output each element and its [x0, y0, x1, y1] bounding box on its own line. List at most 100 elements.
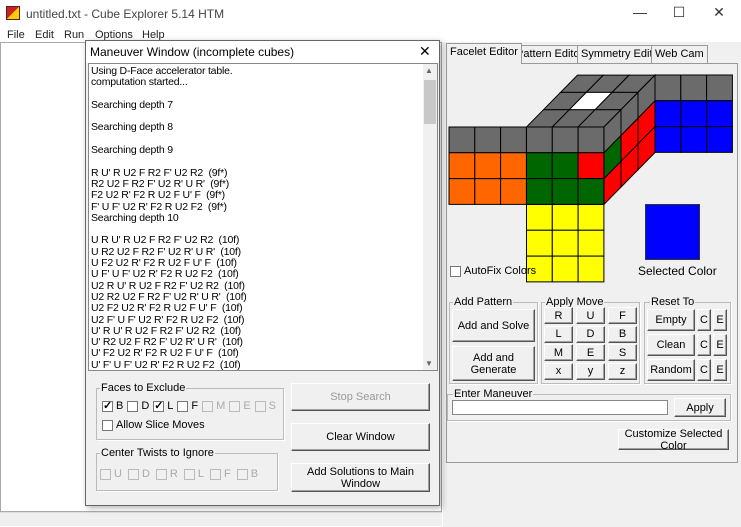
reset-clean-e-button[interactable]: E: [713, 334, 727, 356]
clear-window-button[interactable]: Clear Window: [291, 423, 430, 451]
ignore-twist-u[interactable]: U: [100, 468, 122, 480]
stop-search-button[interactable]: Stop Search: [291, 383, 430, 411]
reset-random-c-button[interactable]: C: [697, 359, 711, 381]
maneuver-input[interactable]: [452, 400, 668, 415]
selected-color-swatch[interactable]: [645, 204, 700, 260]
checkbox-box[interactable]: [153, 399, 165, 412]
facelet-left[interactable]: [448, 152, 476, 180]
solutions-log[interactable]: Using D-Face accelerator table. computati…: [88, 63, 438, 371]
move-button-B[interactable]: B: [608, 325, 637, 343]
dialog-close-button[interactable]: ✕: [419, 43, 431, 60]
checkbox-box[interactable]: [155, 468, 167, 480]
move-button-x[interactable]: x: [544, 362, 573, 380]
reset-clean-button[interactable]: Clean: [647, 334, 695, 356]
facelet-down[interactable]: [577, 229, 605, 257]
add-solutions-button[interactable]: Add Solutions to Main Window: [291, 463, 430, 492]
move-button-E[interactable]: E: [576, 344, 605, 361]
reset-clean-c-button[interactable]: C: [697, 334, 711, 356]
reset-empty-button[interactable]: Empty: [647, 309, 695, 331]
facelet-front[interactable]: [577, 126, 605, 154]
facelet-back[interactable]: [654, 74, 682, 102]
ignore-twist-f[interactable]: F: [209, 468, 231, 480]
facelet-left[interactable]: [474, 126, 502, 154]
facelet-down[interactable]: [551, 204, 579, 231]
facelet-left[interactable]: [500, 126, 527, 154]
exclude-face-f[interactable]: F: [177, 400, 198, 412]
facelet-back[interactable]: [706, 126, 733, 153]
facelet-left[interactable]: [474, 152, 502, 180]
checkbox-box[interactable]: [102, 419, 113, 431]
scroll-up-arrow[interactable]: ▲: [425, 66, 433, 75]
move-button-D[interactable]: D: [576, 325, 605, 343]
ignore-twist-l[interactable]: L: [183, 468, 204, 480]
exclude-face-m[interactable]: M: [202, 400, 225, 412]
add-and-generate-button[interactable]: Add and Generate: [452, 346, 535, 381]
exclude-face-b[interactable]: B: [102, 399, 123, 412]
reset-empty-e-button[interactable]: E: [713, 309, 727, 331]
facelet-back[interactable]: [706, 74, 733, 102]
checkbox-box[interactable]: [254, 400, 266, 412]
checkbox-box[interactable]: [450, 265, 461, 277]
reset-random-e-button[interactable]: E: [713, 359, 727, 381]
exclude-face-s[interactable]: S: [254, 400, 276, 412]
apply-button[interactable]: Apply: [674, 398, 726, 417]
ignore-twist-b[interactable]: B: [236, 468, 258, 480]
checkbox-box[interactable]: [209, 468, 221, 480]
facelet-down[interactable]: [577, 204, 605, 231]
facelet-back[interactable]: [654, 100, 682, 128]
facelet-back[interactable]: [680, 126, 708, 153]
facelet-left[interactable]: [500, 152, 527, 180]
facelet-down[interactable]: [577, 255, 605, 283]
facelet-back[interactable]: [680, 100, 708, 128]
checkbox-box[interactable]: [102, 399, 113, 412]
facelet-down[interactable]: [551, 255, 579, 283]
checkbox-box[interactable]: [127, 400, 139, 412]
add-and-solve-button[interactable]: Add and Solve: [452, 309, 535, 342]
facelet-down[interactable]: [526, 204, 553, 231]
ignore-twist-d[interactable]: D: [127, 468, 150, 480]
move-button-M[interactable]: M: [544, 344, 573, 361]
facelet-back[interactable]: [654, 126, 682, 153]
move-button-z[interactable]: z: [608, 362, 637, 380]
facelet-down[interactable]: [551, 229, 579, 257]
customize-selected-color-button[interactable]: Customize Selected Color: [618, 428, 729, 452]
move-button-L[interactable]: L: [544, 325, 573, 343]
facelet-front[interactable]: [551, 178, 579, 205]
tab-facelet-editor[interactable]: Facelet Editor: [446, 43, 522, 64]
exclude-face-l[interactable]: L: [153, 399, 173, 412]
facelet-front[interactable]: [577, 178, 605, 205]
ignore-twist-r[interactable]: R: [155, 468, 178, 480]
move-button-y[interactable]: y: [576, 362, 605, 380]
move-button-U[interactable]: U: [576, 307, 605, 324]
checkbox-box[interactable]: [177, 400, 189, 412]
move-button-S[interactable]: S: [608, 344, 637, 361]
facelet-down[interactable]: [526, 229, 553, 257]
checkbox-box[interactable]: [229, 400, 241, 412]
facelet-front[interactable]: [577, 152, 605, 180]
facelet-left[interactable]: [448, 178, 476, 205]
autofix-checkbox[interactable]: AutoFix Colors: [450, 265, 536, 277]
facelet-front[interactable]: [551, 126, 579, 154]
checkbox-box[interactable]: [100, 468, 111, 480]
scroll-thumb[interactable]: [424, 80, 436, 124]
exclude-face-d[interactable]: D: [127, 400, 149, 412]
checkbox-box[interactable]: [202, 400, 214, 412]
allow-slice-moves-checkbox[interactable]: Allow Slice Moves: [102, 419, 205, 431]
scroll-down-arrow[interactable]: ▼: [425, 359, 433, 368]
vertical-scrollbar[interactable]: ▲ ▼: [423, 64, 437, 370]
checkbox-box[interactable]: [236, 468, 248, 480]
move-button-F[interactable]: F: [608, 307, 637, 324]
move-button-R[interactable]: R: [544, 307, 573, 324]
facelet-left[interactable]: [448, 126, 476, 154]
facelet-left[interactable]: [474, 178, 502, 205]
facelet-left[interactable]: [500, 178, 527, 205]
checkbox-box[interactable]: [183, 468, 195, 480]
facelet-front[interactable]: [526, 178, 553, 205]
facelet-front[interactable]: [551, 152, 579, 180]
facelet-front[interactable]: [526, 152, 553, 180]
checkbox-box[interactable]: [127, 468, 139, 480]
facelet-back[interactable]: [680, 74, 708, 102]
reset-empty-c-button[interactable]: C: [697, 309, 711, 331]
facelet-front[interactable]: [526, 126, 553, 154]
exclude-face-e[interactable]: E: [229, 400, 251, 412]
